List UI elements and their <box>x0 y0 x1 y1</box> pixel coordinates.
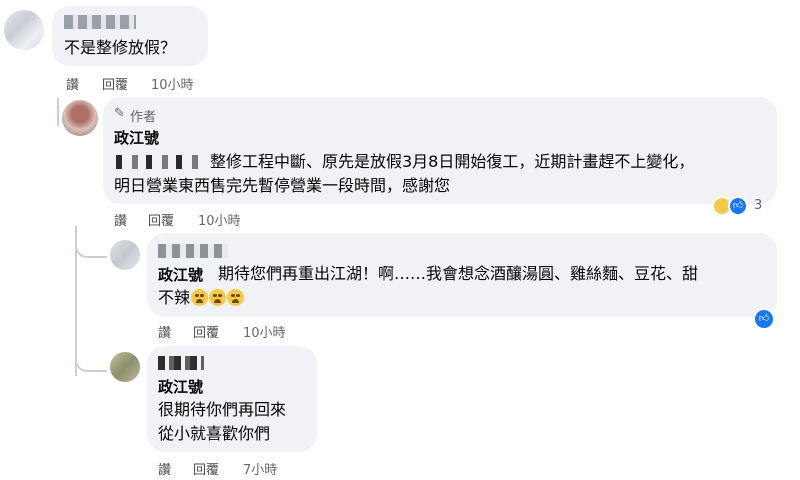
comment-text: 從小就喜歡你們 <box>158 424 271 443</box>
avatar[interactable] <box>4 10 44 50</box>
reply-button[interactable]: 回覆 <box>148 210 174 229</box>
blurred-author-name <box>64 15 136 29</box>
avatar[interactable] <box>62 100 98 136</box>
comment-timestamp[interactable]: 7小時 <box>243 459 277 478</box>
comment-text: 整修工程中斷、原先是放假3月8日開始復工，近期計畫趕不上變化， <box>210 152 695 171</box>
author-badge: 作者 <box>130 110 157 125</box>
like-reaction-icon[interactable]: 👍︎ <box>753 308 775 330</box>
crying-emoji-icon <box>209 289 227 306</box>
reaction-summary[interactable]: 👍︎ 3 <box>712 196 776 218</box>
blurred-author-name <box>158 356 204 370</box>
comment-timestamp[interactable]: 10小時 <box>243 322 286 341</box>
comment-text-line: 不辣 <box>158 286 245 310</box>
comment-timestamp[interactable]: 10小時 <box>151 74 194 93</box>
comment-text: 不是整修放假？ <box>64 38 177 57</box>
blurred-mention <box>116 155 200 169</box>
pencil-icon: ✎ <box>114 106 125 121</box>
avatar[interactable] <box>110 352 140 382</box>
thread-line <box>57 98 60 126</box>
mention-link[interactable]: 政江號 <box>158 376 203 397</box>
reply-button[interactable]: 回覆 <box>193 322 219 341</box>
comment-text: 期待您們再重出江湖！啊……我會想念酒釀湯圓、雞絲麵、豆花、甜 <box>218 264 699 283</box>
like-button[interactable]: 讚 <box>158 459 171 478</box>
crying-emoji-icon <box>227 289 245 306</box>
like-reaction-icon: 👍︎ <box>728 196 748 216</box>
avatar[interactable] <box>110 240 140 270</box>
reaction-count: 3 <box>754 198 763 213</box>
comment-timestamp[interactable]: 10小時 <box>198 210 241 229</box>
like-button[interactable]: 讚 <box>158 322 171 341</box>
comment-text: 不辣 <box>158 288 191 307</box>
thread-line <box>75 238 107 258</box>
crying-emoji-icon <box>191 289 209 306</box>
blurred-author-name <box>158 244 228 258</box>
comment-text: 明日營業東西售完先暫停營業一段時間，感謝您 <box>114 176 451 195</box>
mention-link[interactable]: 政江號 <box>158 264 203 285</box>
comment-author[interactable]: 政江號 <box>114 127 159 148</box>
like-button[interactable]: 讚 <box>114 210 127 229</box>
reply-button[interactable]: 回覆 <box>193 459 219 478</box>
reply-button[interactable]: 回覆 <box>102 74 128 93</box>
comment-text: 很期待你們再回來 <box>158 400 287 419</box>
like-button[interactable]: 讚 <box>66 74 79 93</box>
thread-line <box>75 352 107 372</box>
